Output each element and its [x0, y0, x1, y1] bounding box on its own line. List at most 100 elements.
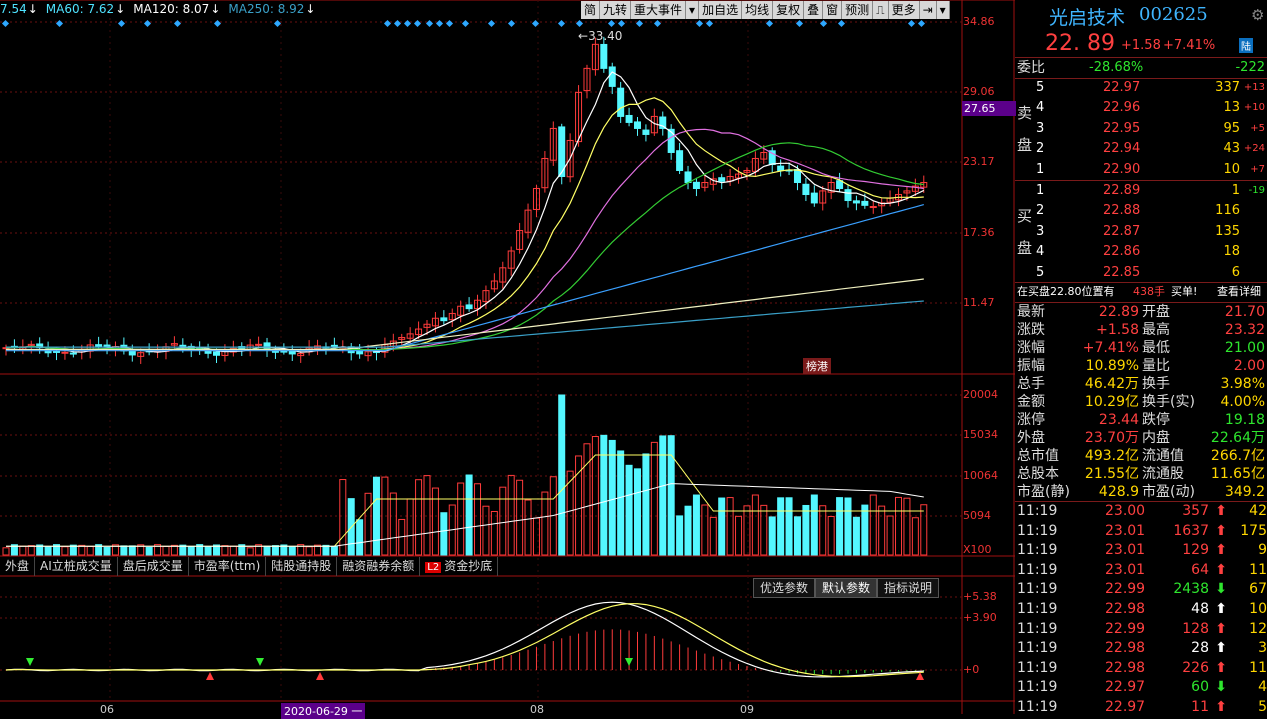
param-button[interactable]: 指标说明	[877, 578, 940, 598]
toolbar-button[interactable]: 均线	[742, 1, 774, 19]
volume-bar	[103, 546, 111, 556]
param-button[interactable]: 默认参数	[815, 578, 878, 598]
indicator-tab[interactable]: 陆股通持股	[266, 557, 338, 576]
volume-bar	[145, 546, 153, 556]
indicator-tab[interactable]: 市盈率(ttm)	[189, 557, 267, 576]
candle	[777, 165, 785, 171]
high-price-label: ←33.40	[578, 29, 623, 43]
volume-bar	[364, 492, 372, 556]
quote-value: 4.00%	[1220, 394, 1265, 410]
toolbar-button[interactable]: 重大事件	[631, 1, 687, 19]
indicator-tab[interactable]: 融资融券余额	[337, 557, 421, 576]
quote-value: 266.7亿	[1210, 448, 1265, 464]
arrow-down-icon: ↓	[305, 2, 316, 16]
ma-legend-label: MA120: 8.07	[133, 2, 210, 16]
volume-bar	[330, 545, 338, 556]
event-diamond	[425, 19, 434, 28]
tick-time: 11:19	[1017, 699, 1058, 715]
toolbar-button[interactable]: 复权	[773, 1, 805, 19]
volume-bar	[617, 450, 625, 556]
volume-bar	[423, 475, 431, 556]
toolbar-button[interactable]: 九转	[600, 1, 632, 19]
book-change: -19	[1248, 185, 1265, 196]
event-diamond	[695, 19, 704, 28]
book-row[interactable]: 3 22.87 135	[1015, 222, 1267, 242]
book-row[interactable]: 1 22.89 1 -19	[1015, 181, 1267, 201]
book-row[interactable]: 4 22.86 18	[1015, 242, 1267, 262]
kline-chart[interactable]	[0, 0, 1015, 714]
tick-row: 11:19 23.01 129 ⬆ 9	[1015, 541, 1267, 560]
tick-price: 22.99	[1105, 581, 1146, 598]
book-volume: 43	[1223, 141, 1240, 157]
volume-bar	[27, 545, 35, 556]
event-diamond	[55, 19, 64, 28]
event-diamond	[765, 19, 774, 28]
book-level: 3	[1036, 223, 1045, 239]
quote-label: 总手	[1017, 376, 1045, 392]
event-diamond	[507, 19, 516, 28]
quote-row: 总手 46.42万 换手 3.98%	[1015, 375, 1267, 393]
tick-row: 11:19 22.97 11 ⬆ 5	[1015, 698, 1267, 717]
candle	[263, 342, 271, 351]
volume-tick: 5094	[963, 509, 991, 522]
toolbar-button[interactable]: 更多	[888, 1, 920, 19]
hk-connect-badge[interactable]: 陆	[1239, 38, 1253, 53]
volume-bar	[793, 516, 801, 556]
volume-bar	[86, 545, 94, 556]
book-row[interactable]: 2 22.94 43 +24	[1015, 139, 1267, 159]
tick-volume: 28	[1191, 640, 1209, 657]
indicator-tab-l2[interactable]: L2 资金抄底	[420, 557, 499, 576]
book-row[interactable]: 3 22.95 95 +5	[1015, 119, 1267, 139]
event-diamond	[117, 19, 126, 28]
volume-bar	[221, 545, 229, 556]
volume-bar	[869, 494, 877, 556]
candle	[330, 344, 338, 347]
quote-label: 总股本	[1017, 466, 1059, 482]
quote-value: 22.89	[1098, 304, 1139, 320]
toolbar-button[interactable]: ▾	[686, 1, 700, 19]
toolbar-button[interactable]: 预测	[842, 1, 874, 19]
detail-link[interactable]: 查看详细	[1217, 282, 1261, 302]
tick-price: 22.97	[1105, 679, 1146, 696]
candle	[810, 192, 818, 204]
tick-volume: 357	[1182, 503, 1209, 519]
toolbar-button[interactable]: 简	[581, 1, 601, 19]
tick-count: 12	[1249, 620, 1267, 637]
book-change: +13	[1243, 82, 1265, 93]
book-row[interactable]: 5 22.97 337 +13	[1015, 78, 1267, 98]
toolbar-button[interactable]: ▾	[936, 1, 950, 19]
param-button[interactable]: 优选参数	[753, 578, 816, 598]
event-diamond	[635, 19, 644, 28]
indicator-tab[interactable]: AI立桩成交量	[35, 557, 118, 576]
book-row[interactable]: 2 22.88 116	[1015, 201, 1267, 221]
quote-label: 跌停	[1142, 412, 1170, 428]
candle	[642, 129, 650, 135]
toolbar-button[interactable]: 加自选	[699, 1, 743, 19]
quote-panel: 光启技术 002625 ⚙ 22. 89 +1.58 +7.41% 陆 委比 -…	[1015, 0, 1267, 717]
ma-legend-item: MA250: 8.92↓	[228, 2, 319, 16]
arrow-up-icon: ⬆	[1215, 522, 1227, 539]
indicator-tab[interactable]: 外盘	[0, 557, 36, 576]
settings-icon[interactable]: ⚙	[1251, 6, 1264, 24]
indicator-tab[interactable]: 盘后成交量	[118, 557, 189, 576]
volume-bar	[625, 464, 633, 556]
book-row[interactable]: 5 22.85 6	[1015, 263, 1267, 283]
toolbar-button[interactable]: 窗	[823, 1, 843, 19]
event-diamond	[487, 19, 496, 28]
event-tag[interactable]: 榜港	[803, 358, 831, 374]
volume-bar	[128, 545, 136, 556]
volume-bar	[507, 474, 515, 556]
book-row[interactable]: 4 22.96 13 +10	[1015, 98, 1267, 118]
toolbar-button[interactable]: ⎍	[873, 1, 889, 19]
quote-label: 换手(实)	[1142, 394, 1195, 410]
book-row[interactable]: 1 22.90 10 +7	[1015, 160, 1267, 180]
quote-value: 493.2亿	[1084, 448, 1139, 464]
chart-toolbar: 简九转 重大事件 ▾ 加自选 均线 复权叠窗预测 ⎍ 更多 ⇥ ▾	[581, 1, 950, 19]
arrow-up-icon: ⬆	[1215, 699, 1227, 715]
toolbar-button[interactable]: 叠	[804, 1, 824, 19]
book-level: 4	[1036, 244, 1045, 260]
price-tick: 11.47	[963, 296, 995, 309]
candle	[659, 116, 667, 129]
toolbar-button[interactable]: ⇥	[919, 1, 937, 19]
event-diamond	[213, 19, 222, 28]
